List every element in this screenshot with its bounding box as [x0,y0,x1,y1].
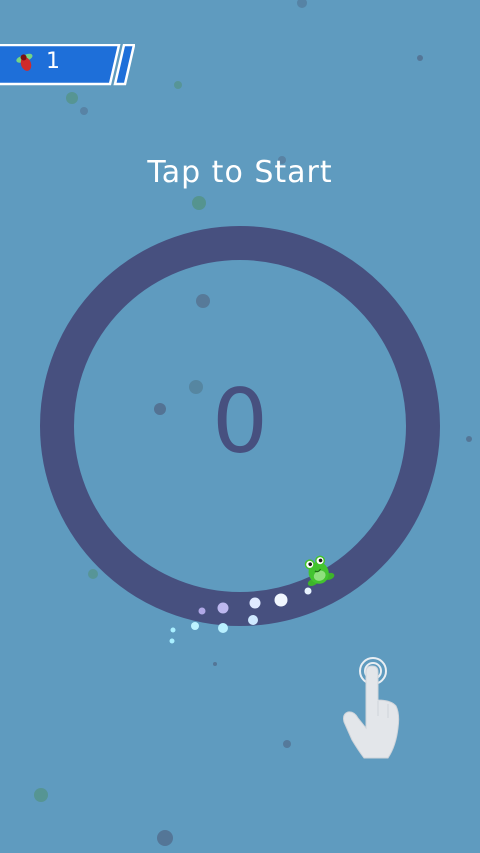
fly-count: 1 [46,49,60,74]
tap-hand-icon [343,657,400,759]
tap-to-start-title: Tap to Start [147,155,333,190]
score-counter: 0 [212,370,268,473]
fly-counter-panel [0,44,135,86]
